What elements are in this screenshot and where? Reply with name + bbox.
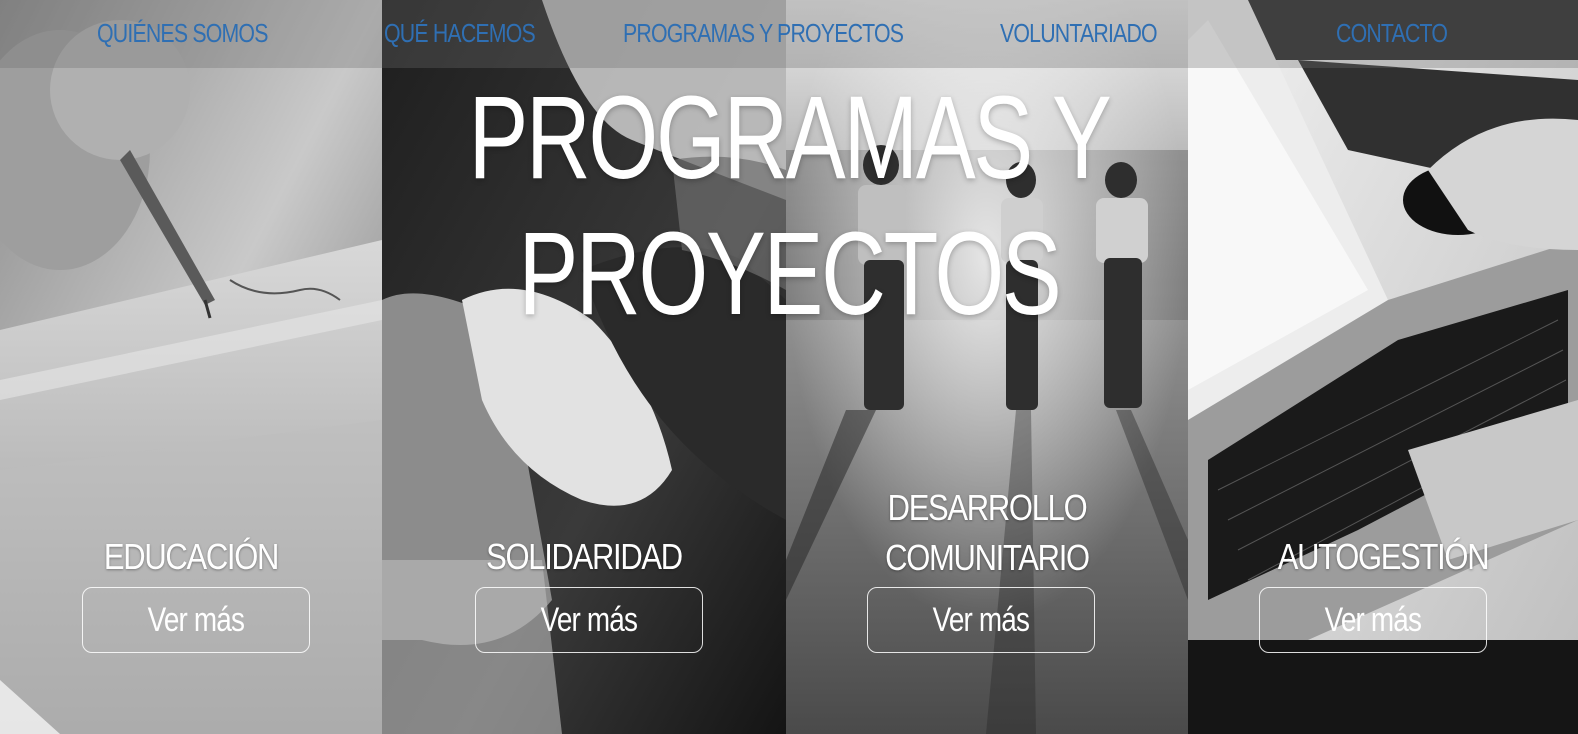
program-title-line-2: COMUNITARIO [885,537,1090,578]
ver-mas-educacion-button[interactable]: Ver más [82,587,310,653]
nav-item-voluntariado[interactable]: VOLUNTARIADO [1000,18,1158,49]
button-label: Ver más [540,600,638,639]
ver-mas-solidaridad-button[interactable]: Ver más [475,587,703,653]
nav-item-que-hacemos[interactable]: QUÉ HACEMOS [384,18,536,49]
ver-mas-desarrollo-comunitario-button[interactable]: Ver más [867,587,1095,653]
button-label: Ver más [147,600,245,639]
program-title: DESARROLLO COMUNITARIO [814,483,1160,583]
nav-item-programas-y-proyectos[interactable]: PROGRAMAS Y PROYECTOS [623,18,904,49]
program-title: AUTOGESTIÓN [1277,536,1490,577]
program-title-line-1: DESARROLLO [887,487,1088,528]
ver-mas-autogestion-button[interactable]: Ver más [1259,587,1487,653]
program-title: SOLIDARIDAD [486,536,683,577]
page-title: PROGRAMAS Y PROYECTOS [468,72,1111,340]
button-label: Ver más [932,600,1030,639]
program-title: EDUCACIÓN [103,536,279,577]
button-label: Ver más [1324,600,1422,639]
main-navigation: QUIÉNES SOMOS QUÉ HACEMOS PROGRAMAS Y PR… [0,0,1578,68]
nav-item-contacto[interactable]: CONTACTO [1336,18,1448,49]
nav-item-quienes-somos[interactable]: QUIÉNES SOMOS [97,18,268,49]
